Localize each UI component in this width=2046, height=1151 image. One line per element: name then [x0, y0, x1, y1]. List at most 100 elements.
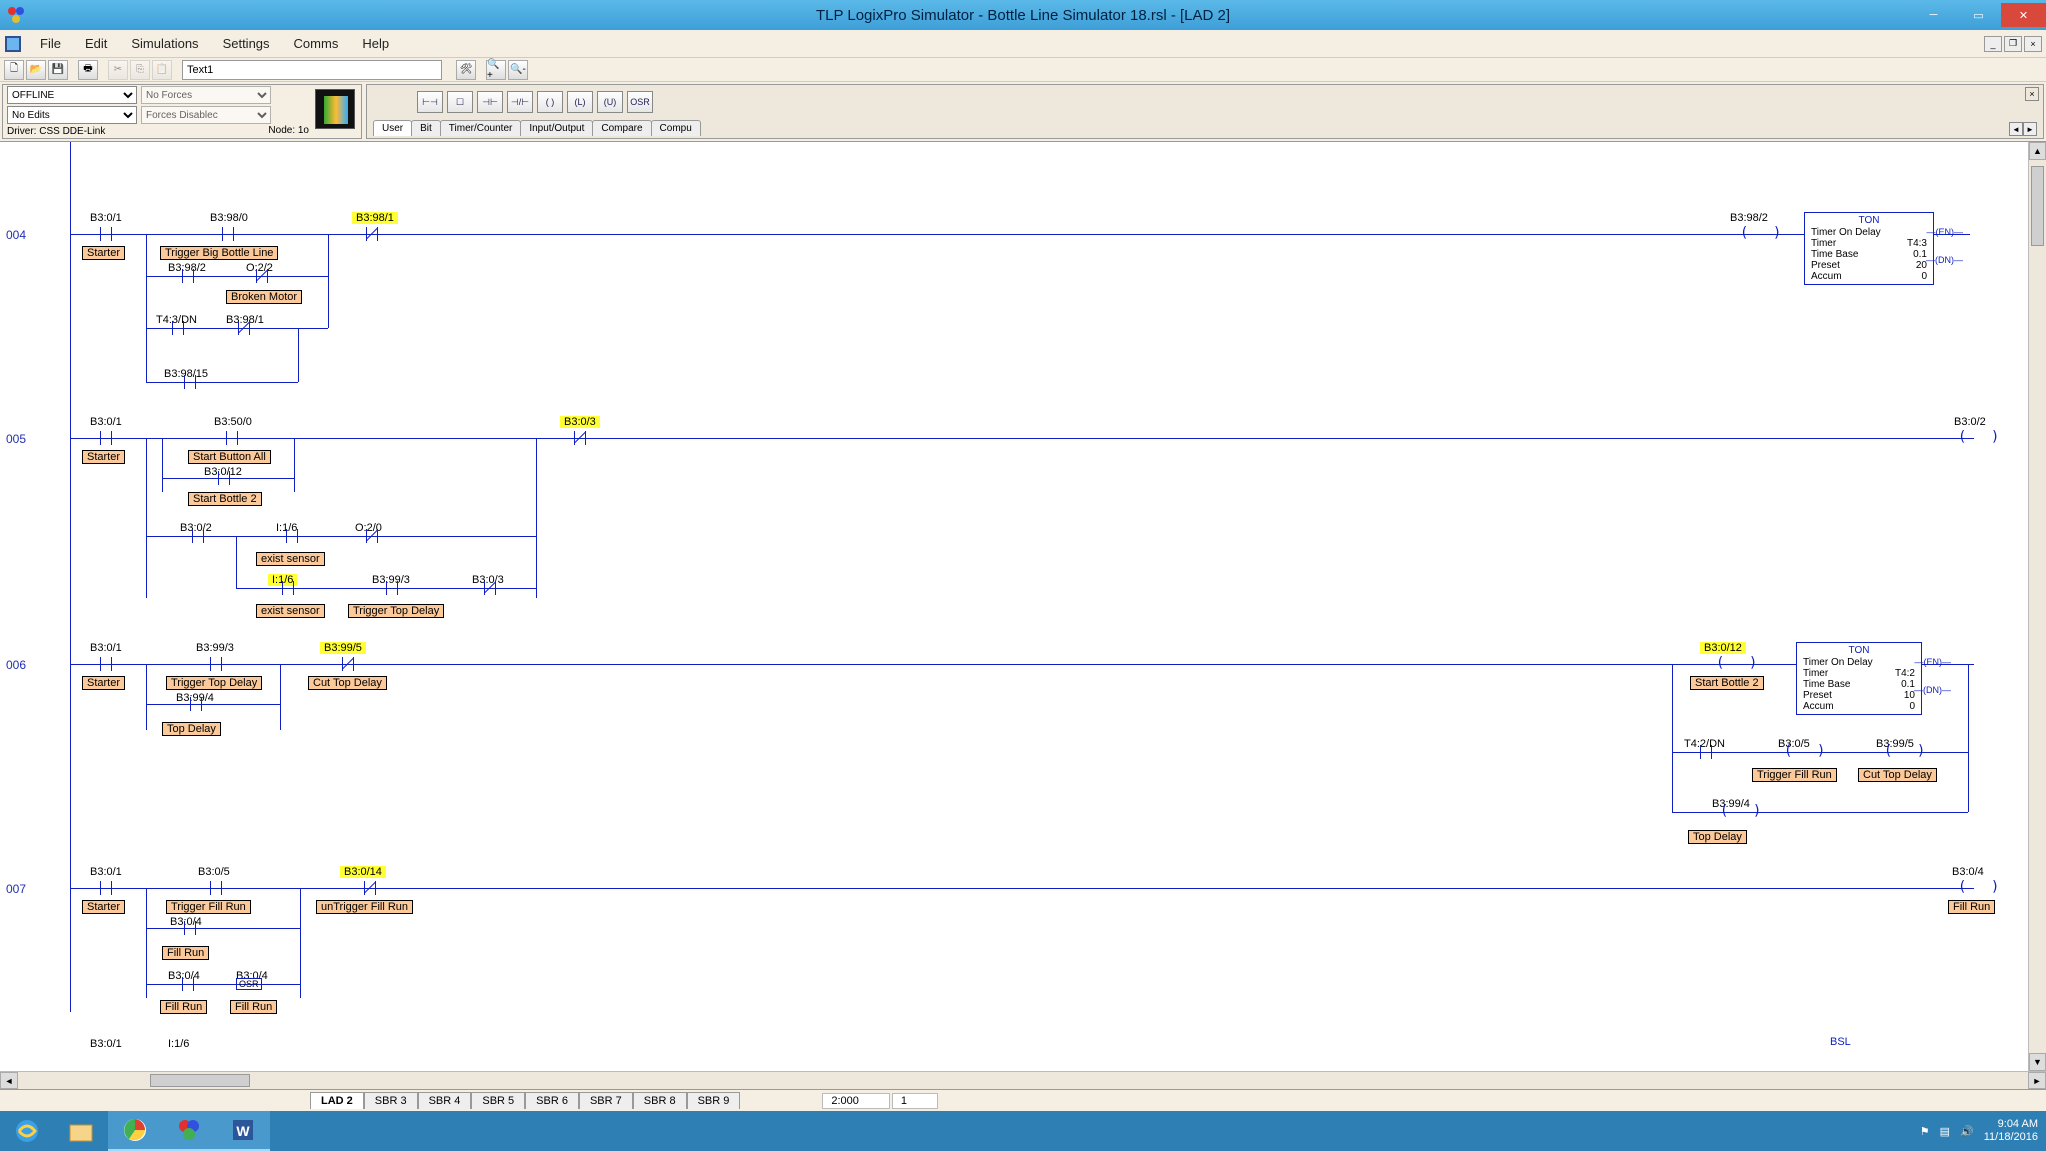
file-tab[interactable]: SBR 6 [525, 1092, 579, 1109]
xio-contact[interactable] [336, 657, 360, 671]
panel-close-button[interactable]: × [2025, 87, 2039, 101]
close-button[interactable]: ✕ [2001, 3, 2046, 27]
instr-xic-button[interactable]: ⊣⊢ [477, 91, 503, 113]
xic-contact[interactable] [204, 881, 228, 895]
xio-contact[interactable] [478, 581, 502, 595]
tabs-scroll-right[interactable]: ► [2023, 122, 2037, 136]
taskbar-chrome[interactable] [108, 1111, 162, 1151]
ote-coil[interactable]: ( ) [1958, 879, 2007, 895]
cut-button[interactable]: ✂ [108, 60, 128, 80]
xio-contact[interactable] [360, 227, 384, 241]
file-tab[interactable]: SBR 8 [633, 1092, 687, 1109]
open-button[interactable]: 📂 [26, 60, 46, 80]
instr-rung-button[interactable]: ⊢⊣ [417, 91, 443, 113]
instr-otu-button[interactable]: (U) [597, 91, 623, 113]
xic-contact[interactable] [176, 977, 200, 991]
zoom-in-button[interactable]: 🔍+ [486, 60, 506, 80]
instr-tab-io[interactable]: Input/Output [520, 120, 593, 136]
xio-contact[interactable] [568, 431, 592, 445]
instr-osr-button[interactable]: OSR [627, 91, 653, 113]
tabs-scroll-left[interactable]: ◄ [2009, 122, 2023, 136]
xio-contact[interactable] [232, 321, 256, 335]
menu-settings[interactable]: Settings [211, 32, 282, 55]
xic-contact[interactable] [184, 697, 208, 711]
zoom-out-button[interactable]: 🔍- [508, 60, 528, 80]
menu-file[interactable]: File [28, 32, 73, 55]
xic-contact[interactable] [94, 881, 118, 895]
xic-contact[interactable] [94, 431, 118, 445]
xic-contact[interactable] [212, 471, 236, 485]
tools-button[interactable]: 🛠 [456, 60, 476, 80]
xio-contact[interactable] [360, 529, 384, 543]
file-tab[interactable]: SBR 4 [418, 1092, 472, 1109]
tray-network-icon[interactable]: ▤ [1940, 1125, 1950, 1138]
forces-select[interactable]: No Forces [141, 86, 271, 104]
taskbar-logixpro[interactable] [162, 1111, 216, 1151]
ton-instruction[interactable]: TON Timer On Delay TimerT4:3 Time Base0.… [1804, 212, 1934, 285]
menu-edit[interactable]: Edit [73, 32, 119, 55]
xic-contact[interactable] [276, 581, 300, 595]
file-tab[interactable]: SBR 7 [579, 1092, 633, 1109]
xic-contact[interactable] [380, 581, 404, 595]
instr-tab-compare[interactable]: Compare [592, 120, 651, 136]
xic-contact[interactable] [178, 921, 202, 935]
ote-coil[interactable]: ( ) [1716, 655, 1765, 671]
ton-instruction[interactable]: TON Timer On Delay TimerT4:2 Time Base0.… [1796, 642, 1922, 715]
instr-tab-timer[interactable]: Timer/Counter [440, 120, 522, 136]
instr-tab-compute[interactable]: Compu [651, 120, 701, 136]
tray-flag-icon[interactable]: ⚑ [1920, 1125, 1930, 1138]
mode-select[interactable]: OFFLINE [7, 86, 137, 104]
taskbar-explorer[interactable] [54, 1111, 108, 1151]
ote-coil[interactable]: ( ) [1958, 429, 2007, 445]
minimize-button[interactable]: ─ [1911, 3, 1956, 27]
xic-contact[interactable] [216, 227, 240, 241]
mdi-minimize[interactable]: _ [1984, 36, 2002, 52]
taskbar-word[interactable]: W [216, 1111, 270, 1151]
file-tab[interactable]: SBR 5 [471, 1092, 525, 1109]
menu-comms[interactable]: Comms [282, 32, 351, 55]
menu-simulations[interactable]: Simulations [119, 32, 210, 55]
xio-contact[interactable] [250, 269, 274, 283]
ladder-editor[interactable]: 004 B3:0/1 Starter B3:98/0 Trigger Big B… [0, 142, 2046, 1089]
xic-contact[interactable] [94, 657, 118, 671]
xic-contact[interactable] [166, 321, 190, 335]
print-button[interactable]: 🖶 [78, 60, 98, 80]
ote-coil[interactable]: ( ) [1884, 743, 1933, 759]
new-button[interactable]: 🗋 [4, 60, 24, 80]
mdi-close[interactable]: × [2024, 36, 2042, 52]
tray-volume-icon[interactable]: 🔊 [1960, 1125, 1974, 1138]
instr-tab-bit[interactable]: Bit [411, 120, 441, 136]
vertical-scrollbar[interactable]: ▲ ▼ [2028, 142, 2046, 1071]
mdi-restore[interactable]: ❐ [2004, 36, 2022, 52]
copy-button[interactable]: ⎘ [130, 60, 150, 80]
xic-contact[interactable] [1694, 745, 1718, 759]
instr-otl-button[interactable]: (L) [567, 91, 593, 113]
menu-help[interactable]: Help [350, 32, 401, 55]
xic-contact[interactable] [280, 529, 304, 543]
instr-branch-button[interactable]: ☐ [447, 91, 473, 113]
paste-button[interactable]: 📋 [152, 60, 172, 80]
scroll-thumb[interactable] [2031, 166, 2044, 246]
xic-contact[interactable] [186, 529, 210, 543]
edits-select[interactable]: No Edits [7, 106, 137, 124]
ote-coil[interactable]: ( ) [1720, 803, 1769, 819]
xic-contact[interactable] [176, 269, 200, 283]
forces-enable-select[interactable]: Forces Disablec [141, 106, 271, 124]
file-tab[interactable]: LAD 2 [310, 1092, 364, 1109]
xic-contact[interactable] [204, 657, 228, 671]
search-input[interactable] [182, 60, 442, 80]
maximize-button[interactable]: ▭ [1956, 3, 2001, 27]
instr-tab-user[interactable]: User [373, 120, 412, 136]
scroll-thumb[interactable] [150, 1074, 250, 1087]
instr-xio-button[interactable]: ⊣/⊢ [507, 91, 533, 113]
horizontal-scrollbar[interactable]: ◄ ► [0, 1071, 2046, 1089]
xic-contact[interactable] [94, 227, 118, 241]
osr-instruction[interactable]: OSR [236, 978, 262, 990]
save-button[interactable]: 💾 [48, 60, 68, 80]
xio-contact[interactable] [358, 881, 382, 895]
taskbar-ie[interactable] [0, 1111, 54, 1151]
xic-contact[interactable] [220, 431, 244, 445]
instr-ote-button[interactable]: ( ) [537, 91, 563, 113]
file-tab[interactable]: SBR 9 [687, 1092, 741, 1109]
taskbar-clock[interactable]: 9:04 AM 11/18/2016 [1984, 1118, 2038, 1144]
